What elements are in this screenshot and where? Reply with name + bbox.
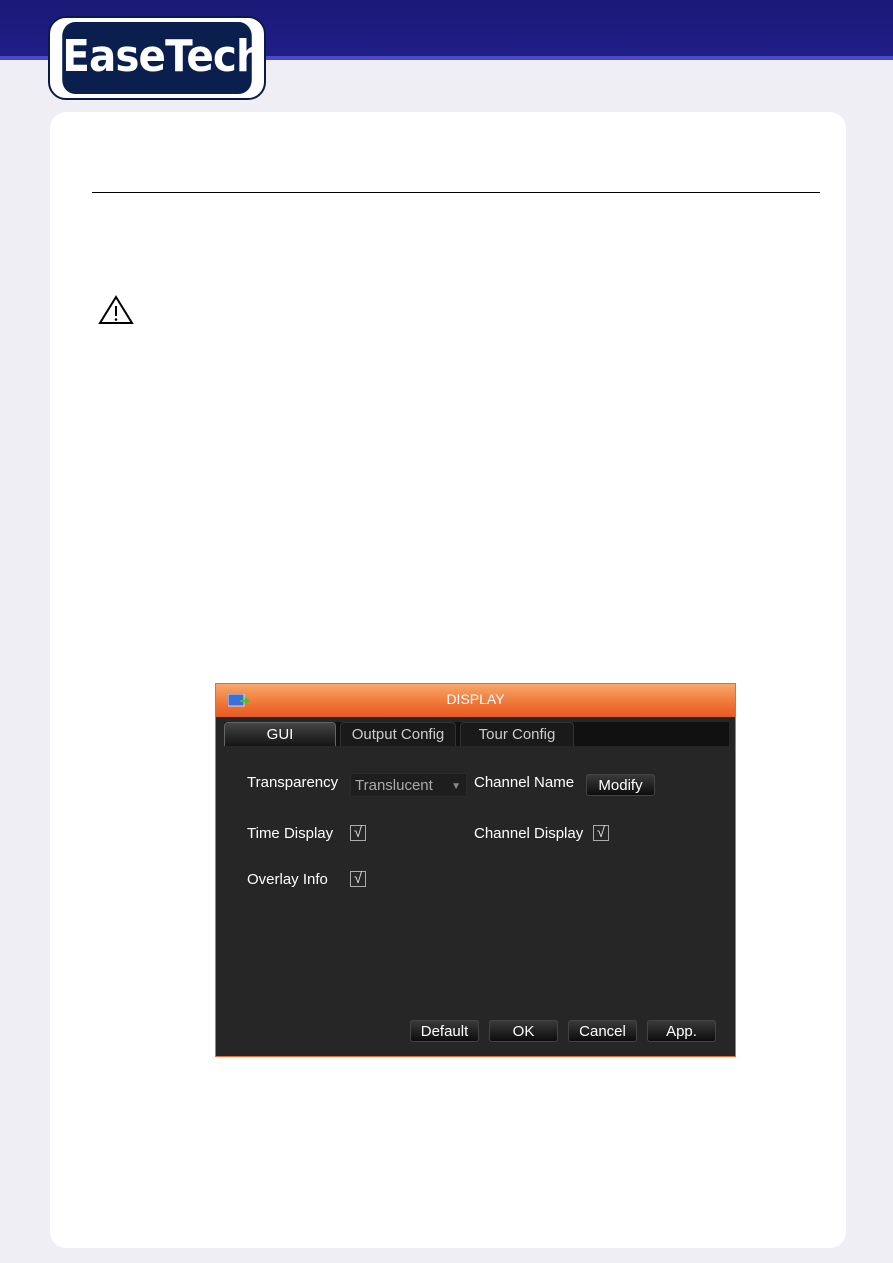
default-button[interactable]: Default — [410, 1020, 479, 1042]
modify-button[interactable]: Modify — [586, 774, 655, 796]
channel-name-label: Channel Name — [474, 774, 575, 791]
tab-gui[interactable]: GUI — [224, 722, 336, 746]
transparency-value: Translucent — [355, 777, 433, 794]
easetech-logo: EaseTech — [48, 16, 266, 100]
tab-tour-config[interactable]: Tour Config — [460, 722, 574, 746]
cancel-button[interactable]: Cancel — [568, 1020, 637, 1042]
apply-button[interactable]: App. — [647, 1020, 716, 1042]
dialog-titlebar: DISPLAY — [216, 684, 735, 717]
tab-output-config[interactable]: Output Config — [340, 722, 456, 746]
channel-display-checkbox[interactable]: √ — [593, 825, 609, 841]
chevron-down-icon: ▼ — [451, 781, 461, 792]
tab-bar: GUI Output Config Tour Config — [224, 722, 729, 746]
channel-display-label: Channel Display — [474, 825, 584, 842]
dialog-title: DISPLAY — [446, 691, 505, 707]
warning-triangle-icon — [98, 295, 134, 324]
display-dialog: DISPLAY GUI Output Config Tour Config Tr… — [215, 683, 736, 1057]
display-exit-icon[interactable] — [228, 694, 250, 708]
time-display-checkbox[interactable]: √ — [350, 825, 366, 841]
overlay-info-checkbox[interactable]: √ — [350, 871, 366, 887]
page-content — [50, 112, 846, 1248]
overlay-info-label: Overlay Info — [247, 871, 328, 888]
divider — [92, 192, 820, 193]
ok-button[interactable]: OK — [489, 1020, 558, 1042]
transparency-select[interactable]: Translucent ▼ — [350, 773, 467, 797]
time-display-label: Time Display — [247, 825, 334, 842]
transparency-label: Transparency — [247, 774, 339, 791]
